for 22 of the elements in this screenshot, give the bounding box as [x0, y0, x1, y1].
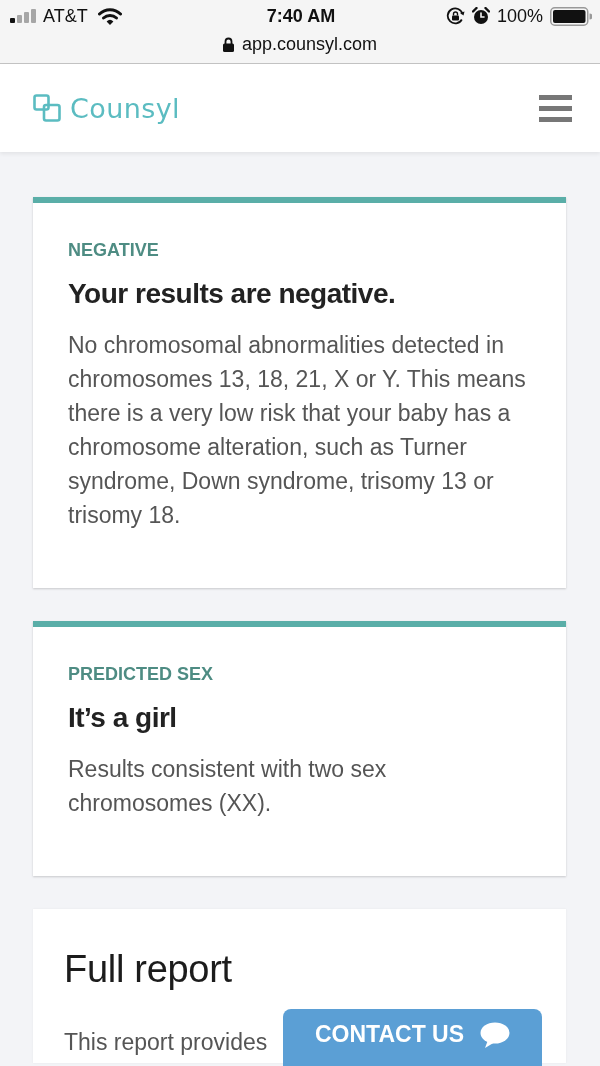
wifi-icon — [97, 7, 122, 25]
card-title: Full report — [64, 947, 233, 992]
card-title: Your results are negative. — [68, 277, 397, 311]
menu-icon[interactable] — [539, 94, 572, 122]
rotation-lock-icon — [445, 6, 465, 26]
card-label: NEGATIVE — [68, 239, 160, 261]
battery-icon — [550, 6, 592, 26]
card-body-text: Results consistent with two sex chromosomes (XX). — [68, 755, 388, 818]
card-title: It’s a girl — [68, 701, 178, 735]
card-body-text: No chromosomal abnormalities detected in chromosomes 13, 18, 21, X or Y. This means there is a very low risk that your baby has a chromosome alteration, such as Turner syndrome, Down syndrome, trisomy 13 or trisomy 18. — [68, 331, 527, 530]
lock-icon — [222, 36, 234, 52]
card-body-text: This report provides — [64, 1028, 268, 1057]
chat-bubble-icon — [480, 1021, 511, 1048]
address-bar-url[interactable]: app.counsyl.com — [241, 33, 378, 55]
carrier-text: AT&T — [43, 5, 88, 27]
battery-percent-text: 100% — [496, 5, 543, 27]
signal-icon — [10, 9, 37, 23]
card-label: PREDICTED SEX — [68, 663, 215, 685]
logo-text: Counsyl — [70, 92, 180, 124]
alarm-clock-icon — [471, 7, 490, 25]
logo-icon — [33, 94, 61, 122]
clock-time: 7:40 AM — [266, 5, 336, 27]
